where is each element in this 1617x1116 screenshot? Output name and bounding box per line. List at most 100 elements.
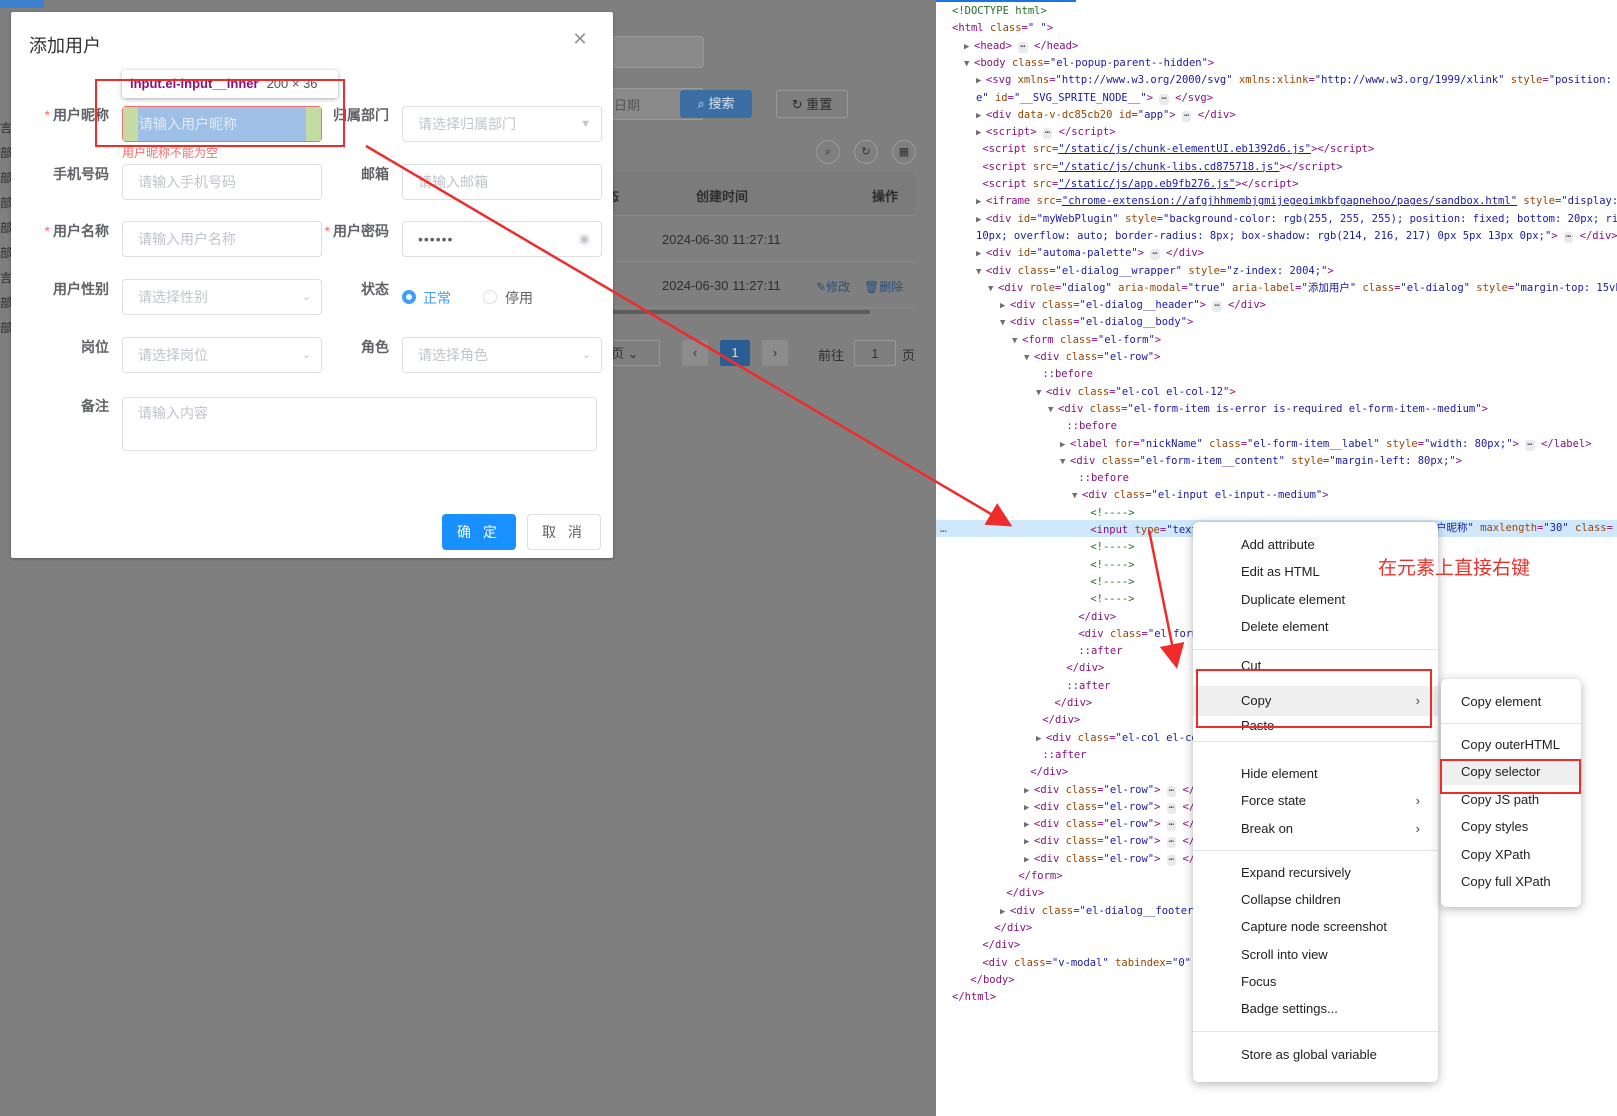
dom-node-line[interactable]: ::before (1072, 470, 1129, 487)
status-radio-normal[interactable] (402, 290, 416, 304)
menu-expand-recursively[interactable]: Expand recursively (1193, 860, 1438, 886)
search-toggle-icon[interactable]: ⌕ (816, 140, 840, 164)
dom-node-line[interactable]: ▼ <div class="el-row"> (1024, 349, 1160, 366)
prev-page-button[interactable]: ‹ (682, 340, 708, 366)
menu-collapse-children[interactable]: Collapse children (1193, 887, 1438, 913)
dom-node-line[interactable]: <!----> (1084, 539, 1134, 556)
refresh-icon[interactable]: ↻ (854, 140, 878, 164)
dom-node-line[interactable]: <div class="v-modal" tabindex="0" sty (976, 955, 1216, 972)
dom-node-line[interactable]: ▶ <label for="nickName" class="el-form-it… (1060, 436, 1592, 453)
dom-node-line[interactable]: ▼ <div class="el-form-item__content" styl… (1060, 453, 1462, 470)
edit-link[interactable]: ✎修改 (816, 278, 850, 295)
dom-node-line[interactable]: ▶<div class="el-dialog__footer"> (1000, 903, 1206, 920)
menu-focus[interactable]: Focus (1193, 969, 1438, 995)
menu-paste[interactable]: Paste (1193, 721, 1438, 735)
dom-node-line[interactable]: ▶ <div id="myWebPlugin" style="background… (976, 211, 1617, 228)
dom-node-line[interactable]: </div> (1060, 660, 1104, 677)
table-scrollbar[interactable] (610, 310, 870, 314)
dom-node-line[interactable]: ▶ <head> ⋯ </head> (964, 38, 1078, 55)
cancel-button[interactable]: 取 消 (527, 514, 601, 550)
dom-node-line[interactable]: </div> (1048, 695, 1092, 712)
dom-node-line[interactable]: ▼ <div class="el-form-item is-error is-re… (1048, 401, 1488, 418)
dom-node-line[interactable]: ▶ <div data-v-dc85cb20 id="app"> ⋯ </div> (976, 107, 1236, 124)
dom-node-line[interactable]: ▼ <div role="dialog" aria-modal="true" ar… (988, 280, 1617, 297)
dom-node-line[interactable]: ▶<div class="el-row"> ⋯ </div (1024, 799, 1214, 816)
dom-node-line[interactable]: <!----> (1084, 574, 1134, 591)
dom-node-line[interactable]: </html> (952, 989, 996, 1006)
dom-node-line[interactable]: </div> (1000, 885, 1044, 902)
gender-select[interactable]: 请选择性别 ⌄ (122, 279, 322, 315)
status-radio-disabled[interactable] (483, 290, 497, 304)
dom-node-line[interactable]: ▼ <div class="el-dialog__wrapper" style="… (976, 263, 1334, 280)
remark-textarea[interactable]: 请输入内容 (122, 397, 597, 451)
dom-node-line[interactable]: ::after (1036, 747, 1086, 764)
dom-node-line[interactable]: <!----> (1084, 591, 1134, 608)
dom-node-line[interactable]: ▼ <form class="el-form"> (1012, 332, 1161, 349)
menu-copy-styles[interactable]: Copy styles (1441, 814, 1581, 840)
dom-node-line[interactable]: <script src="/static/js/chunk-elementUI.… (976, 141, 1374, 158)
dom-node-line[interactable]: <html class=" "> (952, 20, 1053, 37)
dom-node-line[interactable]: ▶ <div class="el-col el-col- (1036, 730, 1210, 747)
dom-node-line[interactable]: </body> (964, 972, 1014, 989)
dom-node-line[interactable]: ▶<div class="el-row"> ⋯ </div (1024, 816, 1214, 833)
menu-force-state[interactable]: Force state › (1193, 788, 1438, 814)
dom-node-line[interactable]: ::after (1060, 678, 1110, 695)
menu-copy-outerhtml[interactable]: Copy outerHTML (1441, 732, 1581, 758)
phone-input[interactable]: 请输入手机号码 (122, 164, 322, 200)
dom-node-line[interactable]: ▼ <div class="el-dialog__body"> (1000, 314, 1193, 331)
password-input[interactable]: •••••• ◉ (402, 221, 602, 257)
username-input[interactable]: 请输入用户名称 (122, 221, 322, 257)
dom-node-line[interactable]: </form> (1012, 868, 1062, 885)
dom-node-line[interactable]: ::before (1036, 366, 1093, 383)
dom-node-line[interactable]: ▶ <div id="automa-palette"> ⋯ </div> (976, 245, 1204, 262)
goto-page-input[interactable]: 1 (854, 340, 896, 366)
dom-node-line[interactable]: </div> (1072, 609, 1116, 626)
menu-break-on[interactable]: Break on › (1193, 816, 1438, 842)
menu-copy-full-xpath[interactable]: Copy full XPath (1441, 869, 1581, 895)
menu-duplicate-element[interactable]: Duplicate element (1193, 587, 1438, 613)
dom-node-line[interactable]: <script src="/static/js/app.eb9fb276.js"… (976, 176, 1298, 193)
menu-store-as-global-variable[interactable]: Store as global variable (1193, 1042, 1438, 1068)
email-input[interactable]: 请输入邮箱 (402, 164, 602, 200)
menu-badge-settings[interactable]: Badge settings... (1193, 996, 1438, 1022)
dom-node-line[interactable]: ▶ <script> ⋯ </script> (976, 124, 1116, 141)
dom-node-line[interactable]: ▶ <svg xmlns="http://www.w3.org/2000/svg"… (976, 72, 1617, 89)
dom-node-line[interactable]: e" id="__SVG_SPRITE_NODE__"> ⋯ </svg> (976, 90, 1213, 107)
dom-node-line[interactable]: ::after (1072, 643, 1122, 660)
close-icon[interactable]: ✕ (571, 30, 589, 48)
menu-hide-element[interactable]: Hide element (1193, 761, 1438, 787)
dom-node-line[interactable]: </div> (988, 920, 1032, 937)
dom-node-line[interactable]: 10px; overflow: auto; border-radius: 8px… (976, 228, 1617, 245)
dom-node-line[interactable]: ▶<div class="el-row"> ⋯ </div (1024, 833, 1214, 850)
dom-node-line[interactable]: ▼ <div class="el-input el-input--medium"> (1072, 487, 1329, 504)
delete-link[interactable]: 🗑删除 (864, 278, 903, 295)
page-number-current[interactable]: 1 (720, 340, 750, 366)
menu-capture-node-screenshot[interactable]: Capture node screenshot (1193, 914, 1438, 940)
status-normal-label[interactable]: 正常 (423, 288, 451, 308)
menu-copy-element[interactable]: Copy element (1441, 689, 1581, 715)
menu-copy[interactable]: Copy › (1193, 686, 1438, 716)
post-select[interactable]: 请选择岗位 ⌄ (122, 337, 322, 373)
dom-node-line[interactable]: <input type="text" (1084, 522, 1204, 539)
columns-icon[interactable]: ▦ (892, 140, 916, 164)
nickname-input[interactable]: 请输入用户昵称 (122, 106, 322, 142)
more-icon[interactable]: … (940, 520, 947, 537)
dom-node-line[interactable]: <!----> (1084, 557, 1134, 574)
dom-node-line[interactable]: <!----> (1084, 505, 1134, 522)
dom-node-line[interactable]: ▼ <body class="el-popup-parent--hidden"> (964, 55, 1214, 72)
menu-scroll-into-view[interactable]: Scroll into view (1193, 942, 1438, 968)
dom-node-line[interactable]: ▶ <div class="el-dialog__header"> ⋯ </div… (1000, 297, 1266, 314)
dom-node-line[interactable]: ::before (1060, 418, 1117, 435)
dom-node-line[interactable]: ▼ <div class="el-col el-col-12"> (1036, 384, 1236, 401)
dom-node-line[interactable]: <script src="/static/js/chunk-libs.cd875… (976, 159, 1342, 176)
menu-copy-xpath[interactable]: Copy XPath (1441, 842, 1581, 868)
reset-button[interactable]: ↻ 重置 (776, 90, 848, 118)
dom-node-line[interactable]: ▶<div class="el-row"> ⋯ </div (1024, 782, 1214, 799)
eye-icon[interactable]: ◉ (579, 222, 591, 256)
dom-node-line-tail[interactable]: 户昵称" maxlength="30" class= (1436, 520, 1613, 537)
menu-copy-js-path[interactable]: Copy JS path (1441, 787, 1581, 813)
status-disabled-label[interactable]: 停用 (505, 288, 533, 308)
search-button[interactable]: ⌕ 搜索 (680, 90, 752, 118)
role-select[interactable]: 请选择角色 ⌄ (402, 337, 602, 373)
dom-node-line[interactable]: </div> (976, 937, 1020, 954)
